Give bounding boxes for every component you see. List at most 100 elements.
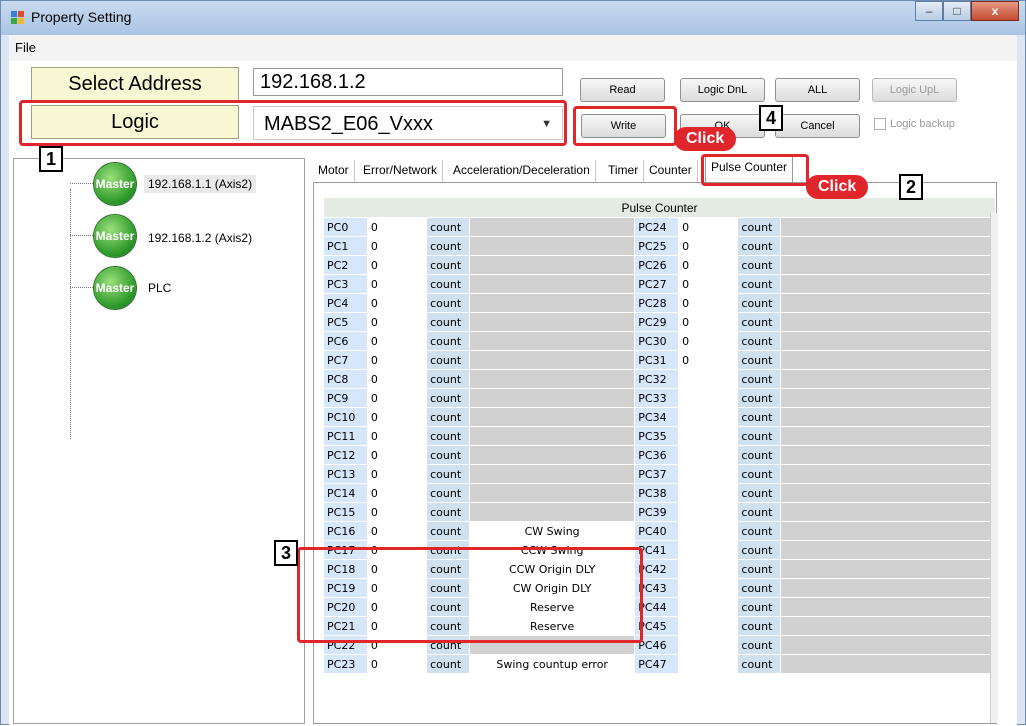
pc-name-cell[interactable]: PC0 bbox=[323, 217, 368, 237]
pc-value-cell[interactable]: 0 bbox=[366, 274, 428, 294]
pc-value-cell[interactable] bbox=[678, 483, 739, 503]
pc-value-cell[interactable] bbox=[678, 464, 739, 484]
tree-node-label[interactable]: PLC bbox=[144, 279, 175, 297]
pc-name-cell[interactable]: PC16 bbox=[323, 521, 368, 541]
pc-value-cell[interactable]: 0 bbox=[678, 217, 739, 237]
pc-value-cell[interactable]: 0 bbox=[366, 217, 428, 237]
pc-value-cell[interactable]: 0 bbox=[366, 426, 428, 446]
pc-name-cell[interactable]: PC31 bbox=[634, 350, 680, 370]
pc-value-cell[interactable]: 0 bbox=[366, 293, 428, 313]
pc-name-cell[interactable]: PC25 bbox=[634, 236, 680, 256]
pc-value-cell[interactable]: 0 bbox=[366, 369, 428, 389]
pc-name-cell[interactable]: PC33 bbox=[634, 388, 680, 408]
pc-value-cell[interactable]: 0 bbox=[366, 255, 428, 275]
pc-value-cell[interactable]: 0 bbox=[678, 331, 739, 351]
pc-value-cell[interactable] bbox=[678, 578, 739, 598]
master-node-icon[interactable]: Master bbox=[94, 267, 136, 309]
pc-value-cell[interactable]: 0 bbox=[678, 255, 739, 275]
pc-name-cell[interactable]: PC3 bbox=[323, 274, 368, 294]
pc-name-cell[interactable]: PC14 bbox=[323, 483, 368, 503]
pc-name-cell[interactable]: PC15 bbox=[323, 502, 368, 522]
pc-value-cell[interactable] bbox=[678, 445, 739, 465]
pc-value-cell[interactable]: 0 bbox=[678, 312, 739, 332]
menu-file[interactable]: File bbox=[15, 40, 36, 55]
pc-name-cell[interactable]: PC10 bbox=[323, 407, 368, 427]
pc-value-cell[interactable]: 0 bbox=[366, 464, 428, 484]
pc-value-cell[interactable] bbox=[678, 369, 739, 389]
pc-name-cell[interactable]: PC37 bbox=[634, 464, 680, 484]
pc-value-cell[interactable]: 0 bbox=[678, 293, 739, 313]
checkbox-icon[interactable] bbox=[874, 118, 886, 131]
pc-name-cell[interactable]: PC27 bbox=[634, 274, 680, 294]
minimize-button[interactable]: – bbox=[915, 1, 943, 21]
pc-value-cell[interactable]: 0 bbox=[366, 407, 428, 427]
pc-name-cell[interactable]: PC39 bbox=[634, 502, 680, 522]
all-button[interactable]: ALL bbox=[775, 78, 860, 102]
pc-value-cell[interactable] bbox=[678, 616, 739, 636]
pc-value-cell[interactable]: 0 bbox=[678, 350, 739, 370]
tab-error-network[interactable]: Error/Network bbox=[358, 160, 444, 182]
tab-counter[interactable]: Counter bbox=[644, 160, 698, 182]
master-node-icon[interactable]: Master bbox=[94, 163, 136, 205]
pc-value-cell[interactable] bbox=[678, 521, 739, 541]
pc-value-cell[interactable]: 0 bbox=[678, 274, 739, 294]
pc-name-cell[interactable]: PC28 bbox=[634, 293, 680, 313]
pc-name-cell[interactable]: PC5 bbox=[323, 312, 368, 332]
pc-value-cell[interactable]: 0 bbox=[366, 445, 428, 465]
tree-node-label[interactable]: 192.168.1.1 (Axis2) bbox=[144, 175, 257, 193]
pc-name-cell[interactable]: PC24 bbox=[634, 217, 680, 237]
pc-value-cell[interactable] bbox=[678, 540, 739, 560]
pc-name-cell[interactable]: PC6 bbox=[323, 331, 368, 351]
pc-value-cell[interactable]: 0 bbox=[366, 388, 428, 408]
pc-name-cell[interactable]: PC35 bbox=[634, 426, 680, 446]
pc-name-cell[interactable]: PC34 bbox=[634, 407, 680, 427]
pc-value-cell[interactable]: 0 bbox=[366, 331, 428, 351]
pc-name-cell[interactable]: PC4 bbox=[323, 293, 368, 313]
pc-name-cell[interactable]: PC7 bbox=[323, 350, 368, 370]
pc-name-cell[interactable]: PC13 bbox=[323, 464, 368, 484]
pc-name-cell[interactable]: PC23 bbox=[323, 654, 368, 674]
tree-node-label[interactable]: 192.168.1.2 (Axis2) bbox=[144, 229, 256, 247]
scrollbar[interactable] bbox=[990, 213, 998, 723]
logic-upl-button[interactable]: Logic UpL bbox=[872, 78, 957, 102]
pc-name-cell[interactable]: PC47 bbox=[634, 654, 680, 674]
close-button[interactable]: x bbox=[971, 1, 1019, 21]
master-node-icon[interactable]: Master bbox=[94, 215, 136, 257]
pc-value-cell[interactable]: 0 bbox=[366, 312, 428, 332]
pc-name-cell[interactable]: PC38 bbox=[634, 483, 680, 503]
pc-value-cell[interactable] bbox=[678, 559, 739, 579]
logic-backup-checkbox[interactable]: Logic backup bbox=[874, 118, 955, 131]
tab-acceleration-deceleration[interactable]: Acceleration/Deceleration bbox=[448, 160, 596, 182]
pc-name-cell[interactable]: PC2 bbox=[323, 255, 368, 275]
pc-name-cell[interactable]: PC26 bbox=[634, 255, 680, 275]
logic-dnl-button[interactable]: Logic DnL bbox=[680, 78, 765, 102]
pc-value-cell[interactable]: 0 bbox=[366, 521, 428, 541]
pc-value-cell[interactable]: 0 bbox=[366, 350, 428, 370]
tab-timer[interactable]: Timer bbox=[603, 160, 645, 182]
pc-name-cell[interactable]: PC32 bbox=[634, 369, 680, 389]
pc-name-cell[interactable]: PC11 bbox=[323, 426, 368, 446]
pc-value-cell[interactable]: 0 bbox=[366, 483, 428, 503]
pc-value-cell[interactable] bbox=[678, 597, 739, 617]
pc-name-cell[interactable]: PC1 bbox=[323, 236, 368, 256]
pc-name-cell[interactable]: PC29 bbox=[634, 312, 680, 332]
pc-value-cell[interactable] bbox=[678, 502, 739, 522]
pc-name-cell[interactable]: PC40 bbox=[634, 521, 680, 541]
pc-name-cell[interactable]: PC9 bbox=[323, 388, 368, 408]
pc-name-cell[interactable]: PC30 bbox=[634, 331, 680, 351]
pc-value-cell[interactable] bbox=[678, 654, 739, 674]
pc-name-cell[interactable]: PC12 bbox=[323, 445, 368, 465]
pc-value-cell[interactable] bbox=[678, 426, 739, 446]
pc-value-cell[interactable] bbox=[678, 388, 739, 408]
maximize-button[interactable]: □ bbox=[943, 1, 971, 21]
read-button[interactable]: Read bbox=[580, 78, 665, 102]
pc-value-cell[interactable]: 0 bbox=[366, 654, 428, 674]
pc-value-cell[interactable]: 0 bbox=[678, 236, 739, 256]
address-input[interactable]: 192.168.1.2 bbox=[253, 68, 563, 96]
tab-motor[interactable]: Motor bbox=[313, 160, 355, 182]
pc-name-cell[interactable]: PC36 bbox=[634, 445, 680, 465]
cancel-button[interactable]: Cancel bbox=[775, 114, 860, 138]
pc-value-cell[interactable]: 0 bbox=[366, 236, 428, 256]
pc-name-cell[interactable]: PC8 bbox=[323, 369, 368, 389]
pc-value-cell[interactable]: 0 bbox=[366, 502, 428, 522]
